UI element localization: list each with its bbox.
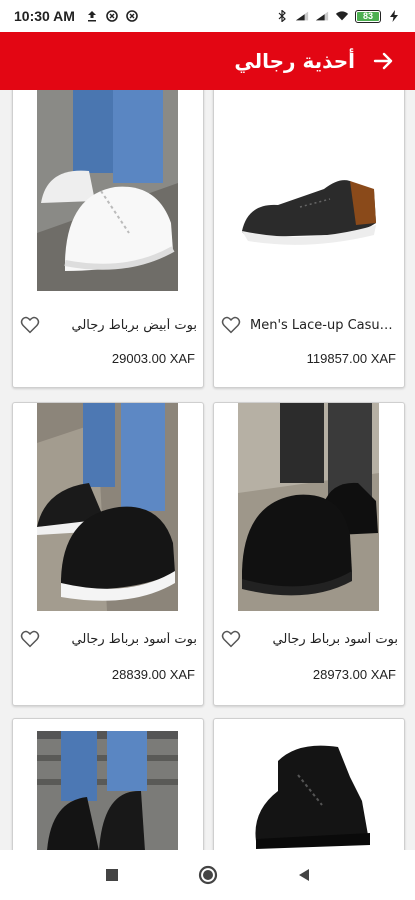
- back-button[interactable]: [369, 47, 397, 75]
- recents-button[interactable]: [100, 863, 124, 887]
- product-image: [238, 731, 379, 850]
- product-card[interactable]: بوت أسود برباط رجالي 28839.00 XAF: [12, 402, 204, 706]
- wifi-icon: [335, 11, 349, 21]
- product-price: 28839.00 XAF: [111, 667, 195, 682]
- system-nav-bar: [0, 850, 415, 900]
- sync-icon: [106, 10, 118, 22]
- product-card[interactable]: [213, 718, 405, 850]
- triangle-back-icon: [298, 869, 309, 881]
- battery-level: 83: [357, 11, 379, 21]
- favorite-heart-icon[interactable]: [220, 628, 242, 650]
- product-card[interactable]: Men's Lace-up Casual Shoes 119857.00 XAF: [213, 90, 405, 388]
- product-price: 119857.00 XAF: [306, 351, 396, 366]
- product-name: Men's Lace-up Casual Shoes: [250, 317, 398, 333]
- product-image: [37, 403, 178, 611]
- home-button[interactable]: [196, 863, 220, 887]
- product-image: [37, 731, 178, 850]
- favorite-heart-icon[interactable]: [19, 314, 41, 336]
- product-card[interactable]: [12, 718, 204, 850]
- page-title: أحذية رجالي: [234, 49, 355, 73]
- product-name: بوت أبيض برباط رجالي: [71, 317, 197, 333]
- square-icon: [105, 869, 118, 881]
- product-name: بوت أسود برباط رجالي: [71, 631, 197, 647]
- product-price: 29003.00 XAF: [111, 351, 195, 366]
- product-image: [238, 90, 379, 291]
- battery-icon: 83: [355, 9, 381, 23]
- signal-icon: [315, 11, 329, 21]
- product-image: [238, 403, 379, 611]
- favorite-heart-icon[interactable]: [220, 314, 242, 336]
- circle-icon: [198, 865, 217, 885]
- favorite-heart-icon[interactable]: [19, 628, 41, 650]
- signal-icon: [295, 11, 309, 21]
- product-price: 28973.00 XAF: [312, 667, 396, 682]
- product-grid: بوت أبيض برباط رجالي 29003.00 XAF Men's …: [0, 90, 415, 850]
- charging-icon: [390, 10, 398, 22]
- arrow-right-icon: [373, 52, 393, 70]
- back-nav-button[interactable]: [292, 863, 316, 887]
- product-card[interactable]: بوت أبيض برباط رجالي 29003.00 XAF: [12, 90, 204, 388]
- upload-icon: [87, 11, 96, 22]
- sync-icon: [126, 10, 138, 22]
- status-time: 10:30 AM: [14, 8, 75, 24]
- product-card[interactable]: بوت أسود برباط رجالي 28973.00 XAF: [213, 402, 405, 706]
- product-image: [37, 90, 178, 291]
- product-name: بوت أسود برباط رجالي: [272, 631, 398, 647]
- status-bar: 10:30 AM 83: [0, 0, 415, 32]
- bluetooth-icon: [278, 10, 286, 22]
- app-bar: أحذية رجالي: [0, 32, 415, 90]
